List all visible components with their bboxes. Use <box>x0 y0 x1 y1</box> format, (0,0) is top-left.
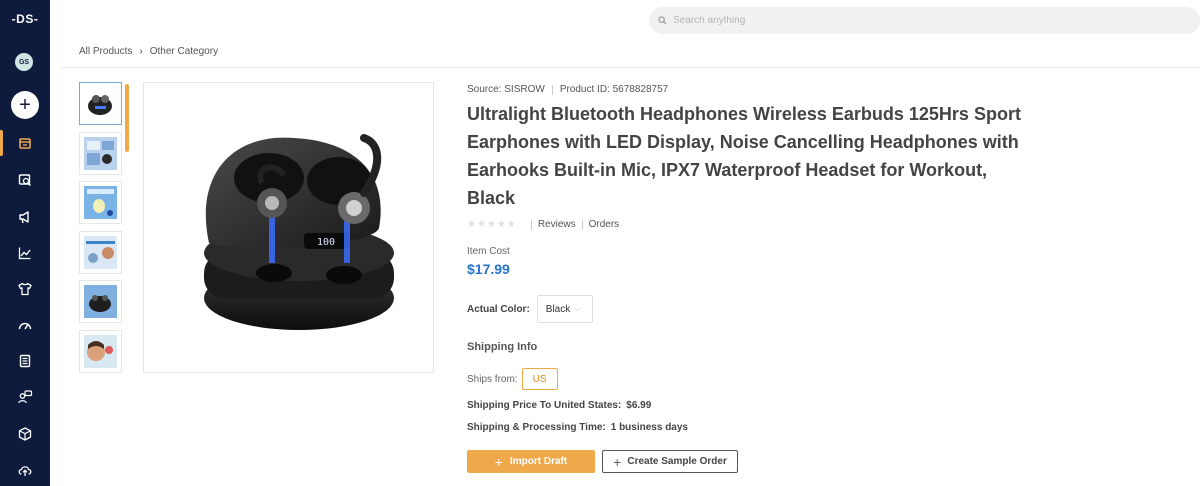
header-divider <box>62 67 1200 68</box>
svg-text:100: 100 <box>316 237 334 248</box>
app-logo[interactable]: -DS- <box>0 12 50 26</box>
source-label: Source: SISROW <box>467 84 545 95</box>
shipping-time-value: 1 business days <box>610 422 688 433</box>
thumb-earbuds-case[interactable] <box>79 82 122 125</box>
chart-icon <box>18 247 31 260</box>
earbuds-thumbnail-image <box>84 87 117 120</box>
chevron-down-icon: ⌵ <box>574 304 581 313</box>
shipping-price-value: $6.99 <box>626 400 652 411</box>
sidebar-item-dashboard[interactable] <box>0 307 50 343</box>
wearing-thumbnail-image <box>84 335 117 368</box>
product-meta: Source: SISROW Product ID: 5678828757 <box>467 84 668 95</box>
plus-icon: + <box>494 453 503 470</box>
thumb-case-closeup[interactable] <box>79 280 122 323</box>
color-select[interactable]: Black ⌵ <box>536 295 593 323</box>
shipping-time-label: Shipping & Processing Time: <box>467 422 606 433</box>
store-icon <box>19 138 31 149</box>
color-select-value: Black <box>545 303 571 315</box>
product-title: Ultralight Bluetooth Headphones Wireless… <box>467 104 1021 208</box>
sidebar-item-product-search[interactable] <box>0 162 50 198</box>
breadcrumb: All Products › Other Category <box>79 46 218 57</box>
color-label: Actual Color: <box>467 303 530 315</box>
product-id-label: Product ID: 5678828757 <box>559 84 669 95</box>
sidebar-item-upload[interactable] <box>0 452 50 486</box>
rating-row: ★★★★★ Reviews Orders <box>467 219 619 230</box>
sidebar-item-marketing[interactable] <box>0 199 50 235</box>
shipping-heading: Shipping Info <box>467 341 538 353</box>
tshirt-icon <box>18 282 32 296</box>
thumb-charging[interactable] <box>79 181 122 224</box>
breadcrumb-other-category[interactable]: Other Category <box>150 46 218 57</box>
meta-divider <box>551 84 553 95</box>
sport-thumbnail-image <box>84 236 117 269</box>
import-draft-label: Import Draft <box>509 456 568 467</box>
avatar[interactable]: GS <box>15 53 33 71</box>
megaphone-icon <box>19 211 29 224</box>
sidebar-item-inventory[interactable] <box>0 416 50 452</box>
rating-divider <box>581 219 583 230</box>
document-icon <box>19 354 31 368</box>
reviews-link[interactable]: Reviews <box>538 219 576 230</box>
create-sample-order-label: Create Sample Order <box>627 456 727 467</box>
item-cost-label: Item Cost <box>467 246 510 257</box>
earbuds-case-image: 100 <box>203 133 394 330</box>
create-sample-order-button[interactable]: + Create Sample Order <box>602 450 738 473</box>
user-chat-icon <box>18 390 33 404</box>
thumb-wearing[interactable] <box>79 330 122 373</box>
shipping-price-row: Shipping Price To United States: $6.99 <box>467 400 651 411</box>
rating-divider <box>530 219 532 230</box>
gauge-icon <box>18 322 32 330</box>
sidebar-item-store[interactable] <box>0 125 50 161</box>
box-icon <box>18 427 32 441</box>
features-thumbnail-image <box>84 137 117 170</box>
search-input[interactable] <box>673 15 973 26</box>
case-thumbnail-image <box>84 285 117 318</box>
cloud-upload-icon <box>18 466 32 476</box>
search-bar[interactable] <box>649 7 1200 34</box>
plus-icon: + <box>613 453 622 470</box>
main-product-image: 100 <box>143 82 434 373</box>
sidebar-item-orders[interactable] <box>0 343 50 379</box>
sidebar-item-apparel[interactable] <box>0 271 50 307</box>
charging-thumbnail-image <box>84 186 117 219</box>
breadcrumb-all-products[interactable]: All Products <box>79 46 132 57</box>
import-draft-button[interactable]: + Import Draft <box>467 450 595 473</box>
shipping-price-label: Shipping Price To United States: <box>467 400 622 411</box>
thumbnail-scrollbar[interactable] <box>125 84 129 152</box>
ships-from-option[interactable]: US <box>521 368 558 390</box>
thumb-features[interactable] <box>79 132 122 175</box>
thumb-sport-use[interactable] <box>79 231 122 274</box>
star-rating-icon: ★★★★★ <box>467 219 517 230</box>
product-search-icon <box>18 174 32 187</box>
sidebar-item-support[interactable] <box>0 379 50 415</box>
ships-from-label: Ships from: <box>467 373 518 385</box>
sidebar: -DS- GS + <box>0 0 50 486</box>
item-cost-value: $17.99 <box>467 261 510 277</box>
orders-link[interactable]: Orders <box>589 219 620 230</box>
search-icon <box>658 16 667 25</box>
color-row: Actual Color: Black ⌵ <box>467 295 593 323</box>
sidebar-item-analytics[interactable] <box>0 235 50 271</box>
ships-from-row: Ships from: US <box>467 368 558 390</box>
add-button[interactable]: + <box>11 91 39 119</box>
shipping-time-row: Shipping & Processing Time: 1 business da… <box>467 422 688 433</box>
chevron-right-icon: › <box>139 46 143 57</box>
